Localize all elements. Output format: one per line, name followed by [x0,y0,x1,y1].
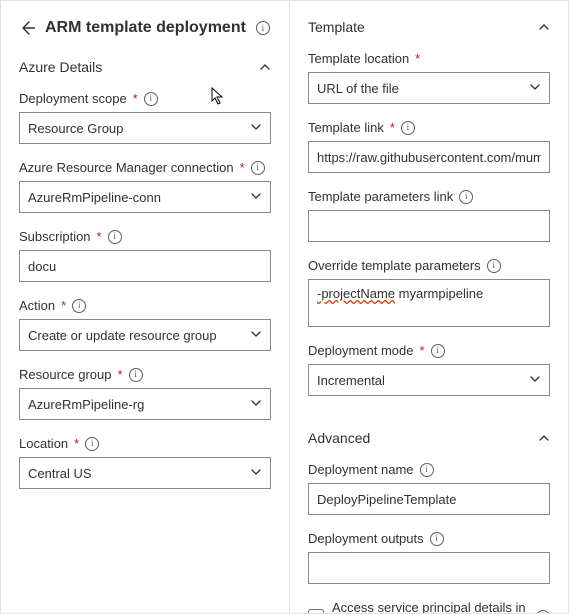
override-label: Override template parameters [308,258,481,273]
chevron-down-icon [250,397,262,412]
chevron-down-icon [250,190,262,205]
section-title: Advanced [308,430,370,446]
chevron-up-icon [259,61,271,73]
template-link-label: Template link [308,120,384,135]
info-icon[interactable]: i [129,368,143,382]
template-params-label: Template parameters link [308,189,453,204]
required-marker: * [61,298,66,313]
required-marker: * [420,343,425,358]
info-icon[interactable]: i [420,463,434,477]
required-marker: * [415,51,420,66]
section-template[interactable]: Template [308,19,550,35]
info-icon[interactable]: i [431,344,445,358]
info-icon[interactable]: i [487,259,501,273]
rg-label: Resource group [19,367,112,382]
deployment-mode-select[interactable]: Incremental [308,364,550,396]
info-icon[interactable]: i [72,299,86,313]
resource-group-select[interactable]: AzureRmPipeline-rg [19,388,271,420]
access-sp-checkbox[interactable] [308,609,324,613]
section-azure-details[interactable]: Azure Details [19,59,271,75]
chevron-down-icon [529,81,541,96]
info-icon[interactable]: i [108,230,122,244]
action-label: Action [19,298,55,313]
deployment-name-label: Deployment name [308,462,414,477]
info-icon[interactable]: i [256,21,270,35]
chevron-down-icon [250,121,262,136]
section-title: Template [308,19,365,35]
subscription-input[interactable] [19,250,271,282]
chevron-up-icon [538,21,550,33]
info-icon[interactable]: i [144,92,158,106]
action-select[interactable]: Create or update resource group [19,319,271,351]
loc-label: Location [19,436,68,451]
required-marker: * [74,436,79,451]
arm-connection-select[interactable]: AzureRmPipeline-conn [19,181,271,213]
location-select[interactable]: Central US [19,457,271,489]
override-params-input[interactable]: -projectName myarmpipeline [308,279,550,327]
conn-label: Azure Resource Manager connection [19,160,234,175]
info-icon[interactable]: i [459,190,473,204]
required-marker: * [240,160,245,175]
template-link-input[interactable] [308,141,550,173]
info-icon[interactable]: i [430,532,444,546]
deployment-name-input[interactable] [308,483,550,515]
deployment-mode-label: Deployment mode [308,343,414,358]
info-icon[interactable]: i [251,161,265,175]
info-icon[interactable]: i [401,121,415,135]
chevron-down-icon [529,373,541,388]
section-title: Azure Details [19,59,102,75]
required-marker: * [133,91,138,106]
back-arrow-icon[interactable] [19,20,35,36]
required-marker: * [118,367,123,382]
deployment-outputs-label: Deployment outputs [308,531,424,546]
sub-label: Subscription [19,229,91,244]
info-icon[interactable]: i [85,437,99,451]
deployment-outputs-input[interactable] [308,552,550,584]
section-advanced[interactable]: Advanced [308,430,550,446]
chevron-down-icon [250,466,262,481]
required-marker: * [390,120,395,135]
deployment-scope-select[interactable]: Resource Group [19,112,271,144]
scope-label: Deployment scope [19,91,127,106]
info-icon[interactable]: i [536,610,550,613]
access-sp-label: Access service principal details in over… [332,600,528,613]
required-marker: * [97,229,102,244]
chevron-up-icon [538,432,550,444]
template-params-input[interactable] [308,210,550,242]
page-title: ARM template deployment [45,19,246,37]
template-location-label: Template location [308,51,409,66]
template-location-select[interactable]: URL of the file [308,72,550,104]
chevron-down-icon [250,328,262,343]
